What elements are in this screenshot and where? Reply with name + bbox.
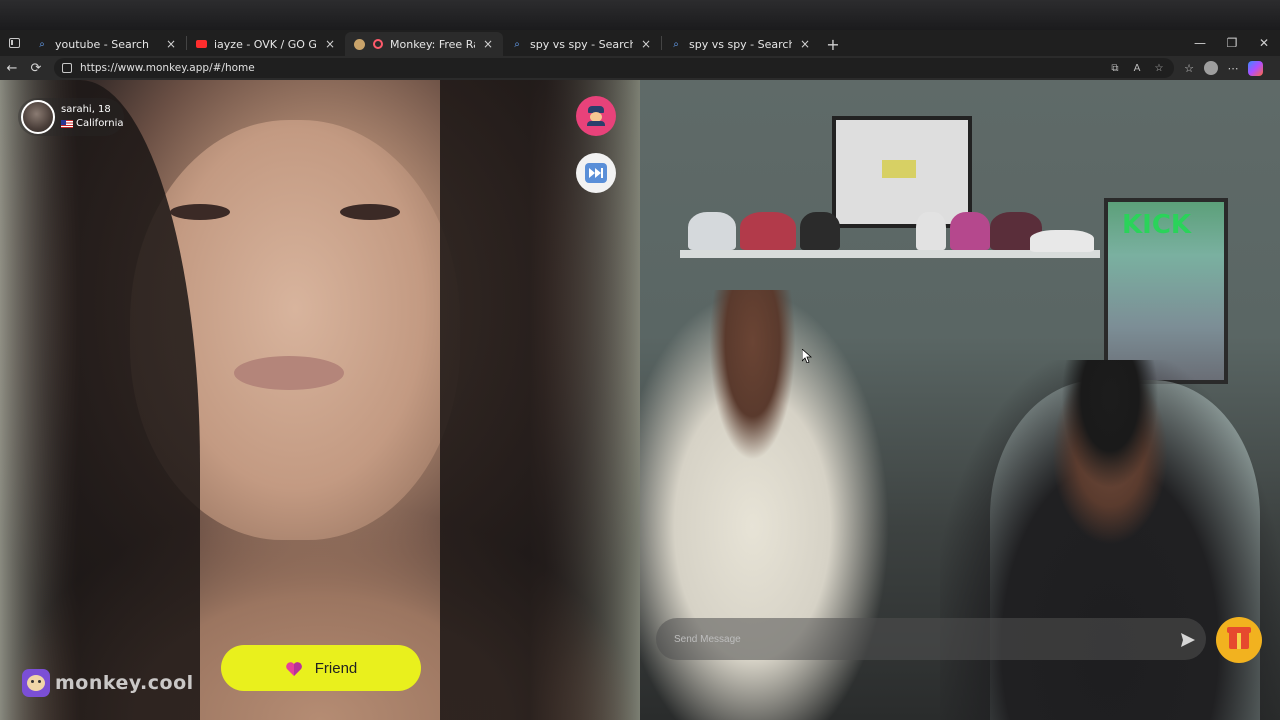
back-button[interactable]: ←	[0, 56, 24, 80]
video-person-right	[940, 360, 1280, 720]
shelf-hat	[740, 212, 796, 250]
url-text: https://www.monkey.app/#/home	[80, 62, 255, 74]
shelf-hat	[688, 212, 736, 250]
police-officer-icon	[587, 106, 605, 126]
shelf-item	[950, 212, 990, 250]
more-menu-icon[interactable]: ⋯	[1224, 62, 1242, 75]
stranger-profile-card[interactable]: sarahi, 18 California	[18, 98, 124, 136]
url-tools: ⧉ A ☆	[1106, 63, 1174, 74]
monkey-app: sarahi, 18 California monkey.cool Friend…	[0, 80, 1280, 720]
new-tab-button[interactable]: +	[820, 32, 846, 56]
search-icon: ⌕	[39, 38, 45, 50]
youtube-icon	[195, 38, 207, 50]
gift-icon	[1227, 627, 1251, 649]
window-controls: — ❐ ✕	[1184, 30, 1280, 56]
close-tab-icon[interactable]: ×	[323, 37, 337, 51]
lock-icon	[62, 63, 72, 73]
url-field[interactable]: https://www.monkey.app/#/home ⧉ A ☆	[54, 58, 1174, 78]
close-tab-icon[interactable]: ×	[639, 37, 653, 51]
stranger-location-label: California	[76, 118, 124, 129]
tab-spy-vs-spy-search[interactable]: ⌕ spy vs spy - Search ×	[503, 32, 661, 56]
read-aloud-icon[interactable]: A	[1128, 63, 1146, 74]
logo-text: monkey.cool	[55, 672, 194, 694]
stranger-name: sarahi, 18	[61, 104, 111, 115]
video-eye-right	[340, 204, 400, 220]
shelf-flag	[1030, 230, 1094, 252]
tab-youtube-search[interactable]: ⌕ youtube - Search ×	[28, 32, 186, 56]
tab-actions-icon	[8, 38, 20, 48]
shelf-hat	[800, 212, 840, 250]
close-tab-icon[interactable]: ×	[164, 37, 178, 51]
video-eye-left	[170, 204, 230, 220]
monkey-icon	[353, 38, 365, 50]
tab-spy-vs-spy-images[interactable]: ⌕ spy vs spy - Search Images ×	[662, 32, 820, 56]
close-tab-icon[interactable]: ×	[481, 37, 495, 51]
tab-iayze-video[interactable]: iayze - OVK / GO GO (OFFICIAL M ×	[187, 32, 345, 56]
minimize-button[interactable]: —	[1184, 36, 1216, 50]
profile-icon[interactable]	[1204, 61, 1218, 75]
gift-button[interactable]	[1216, 617, 1262, 663]
wall-poster: KICK	[1104, 198, 1228, 384]
stranger-video: sarahi, 18 California monkey.cool Friend	[0, 80, 640, 720]
heart-icon	[285, 661, 302, 676]
report-button[interactable]	[576, 96, 616, 136]
favorite-star-icon[interactable]: ☆	[1150, 63, 1168, 74]
friend-button-label: Friend	[314, 659, 358, 677]
us-flag-icon	[61, 120, 73, 128]
send-button[interactable]	[1176, 628, 1200, 652]
search-icon: ⌕	[673, 38, 679, 50]
monitor-bezel	[0, 0, 1280, 30]
tab-bar: ⌕ youtube - Search × iayze - OVK / GO GO…	[0, 30, 1280, 56]
avatar	[21, 100, 55, 134]
tab-actions-button[interactable]	[0, 30, 28, 56]
stranger-info: sarahi, 18 California	[61, 103, 124, 131]
search-icon: ⌕	[514, 38, 520, 50]
wall-frame	[832, 116, 972, 228]
send-icon	[1181, 633, 1195, 647]
copilot-icon[interactable]	[1248, 60, 1263, 76]
video-lips	[234, 356, 344, 390]
shelf-item	[916, 212, 946, 250]
monkey-logo: monkey.cool	[22, 669, 194, 697]
browser-toolbar: ☆ ⋯	[1174, 60, 1263, 76]
recording-icon	[372, 38, 384, 50]
stranger-location: California	[61, 117, 124, 131]
refresh-button[interactable]: ⟳	[24, 56, 48, 80]
address-bar: ← ⟳ https://www.monkey.app/#/home ⧉ A ☆ …	[0, 56, 1280, 80]
monkey-logo-icon	[22, 669, 50, 697]
close-window-button[interactable]: ✕	[1248, 36, 1280, 50]
friend-button[interactable]: Friend	[221, 645, 421, 691]
close-tab-icon[interactable]: ×	[798, 37, 812, 51]
poster-text: KICK	[1122, 210, 1192, 240]
skip-button[interactable]	[576, 153, 616, 193]
fast-forward-icon	[585, 163, 607, 183]
tab-monkey[interactable]: Monkey: Free Random Vide ×	[345, 32, 503, 56]
favorites-icon[interactable]: ☆	[1180, 62, 1198, 75]
maximize-button[interactable]: ❐	[1216, 36, 1248, 50]
tab-view-icon[interactable]: ⧉	[1106, 63, 1124, 74]
send-message-input[interactable]	[656, 618, 1206, 660]
